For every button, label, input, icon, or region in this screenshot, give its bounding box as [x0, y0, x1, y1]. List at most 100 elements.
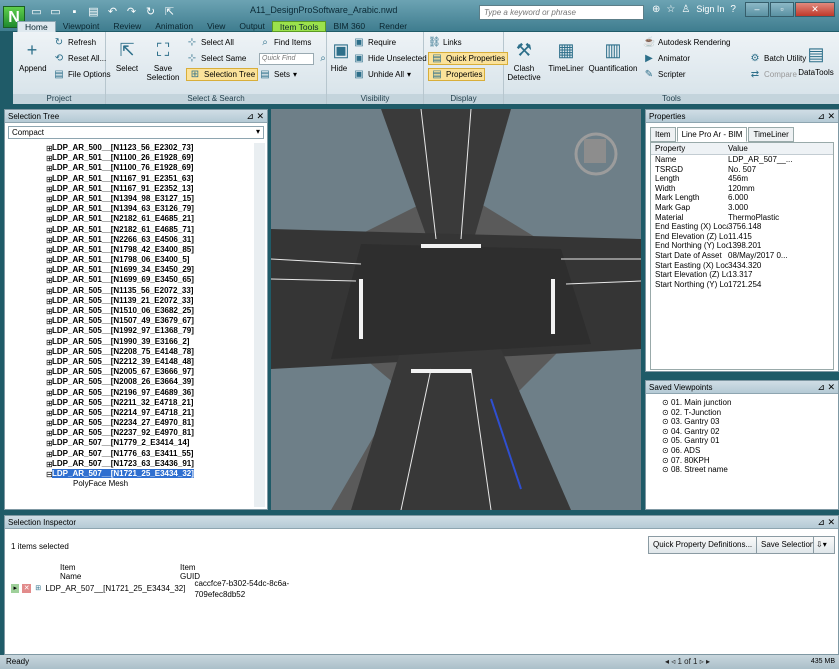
- properties-tab[interactable]: TimeLiner: [748, 127, 794, 142]
- play-icon[interactable]: ▸: [11, 584, 20, 593]
- tree-item[interactable]: ⊞ LDP_AR_501__[N1100_76_E1928_69]: [8, 163, 253, 173]
- selection-tree-button[interactable]: ⊞ Selection Tree: [186, 68, 259, 81]
- viewpoint-item[interactable]: ⊙ 01. Main junction: [646, 398, 838, 408]
- tree-item[interactable]: ⊞ LDP_AR_501__[N1798_06_E3400_5]: [8, 255, 253, 265]
- tab-output[interactable]: Output: [232, 21, 272, 32]
- tree-item[interactable]: ⊞ LDP_AR_501__[N1167_91_E2352_13]: [8, 184, 253, 194]
- tree-item[interactable]: ⊞ LDP_AR_505__[N2212_39_E4148_48]: [8, 357, 253, 367]
- animator-button[interactable]: ▶ Animator: [643, 52, 690, 65]
- project-panel-label[interactable]: Project: [13, 94, 105, 104]
- viewpoint-item[interactable]: ⊙ 04. Gantry 02: [646, 427, 838, 437]
- undo-icon[interactable]: ↶: [106, 6, 119, 19]
- tree-item[interactable]: ⊞ LDP_AR_501__[N1798_42_E3400_85]: [8, 245, 253, 255]
- save-selection-button[interactable]: ⛶ Save Selection: [146, 38, 180, 82]
- tree-item[interactable]: ⊞ LDP_AR_505__[N2211_32_E4718_21]: [8, 398, 253, 408]
- inspector-row[interactable]: ▸ ✕ ⊞ LDP_AR_507__[N1721_25_E3434_32] ca…: [11, 579, 331, 599]
- require-button[interactable]: ▣ Require: [353, 36, 396, 49]
- tab-item-tools[interactable]: Item Tools: [271, 21, 327, 32]
- tab-review[interactable]: Review: [106, 21, 148, 32]
- properties-button[interactable]: ▤ Properties: [428, 68, 486, 81]
- clash-detective-button[interactable]: ⚒ Clash Detective: [507, 38, 541, 82]
- tab-viewpoint[interactable]: Viewpoint: [56, 21, 107, 32]
- property-row[interactable]: Start Date of Asset 08/May/2017 0...: [651, 251, 833, 261]
- property-row[interactable]: Length 456m: [651, 174, 833, 184]
- tree-item[interactable]: ⊞ LDP_AR_505__[N2214_97_E4718_21]: [8, 408, 253, 418]
- tree-mode-select[interactable]: Compact ▾: [8, 126, 264, 139]
- property-row[interactable]: End Easting (X) Local 3756.148: [651, 222, 833, 232]
- tree-item[interactable]: ⊟ LDP_AR_507__[N1721_25_E3434_32]: [8, 469, 253, 479]
- tree-item[interactable]: ⊞ LDP_AR_505__[N1507_49_E3679_67]: [8, 316, 253, 326]
- property-row[interactable]: Material ThermoPlastic: [651, 213, 833, 223]
- open-icon[interactable]: ▭: [49, 6, 62, 19]
- select-button[interactable]: ⇱ Select: [114, 38, 140, 73]
- print-icon[interactable]: ▤: [87, 6, 100, 19]
- viewpoint-item[interactable]: ⊙ 08. Street name: [646, 465, 838, 475]
- help-icon[interactable]: ?: [730, 4, 736, 15]
- user-icon[interactable]: ♙: [681, 4, 690, 15]
- close-button[interactable]: ✕: [795, 2, 835, 17]
- autodesk-rendering-button[interactable]: ☕ Autodesk Rendering: [643, 36, 731, 49]
- tab-render[interactable]: Render: [372, 21, 414, 32]
- quantification-button[interactable]: ▥ Quantification: [588, 38, 638, 73]
- 3d-viewport[interactable]: [271, 109, 641, 510]
- tree-item[interactable]: ⊞ LDP_AR_505__[N2196_97_E4689_36]: [8, 388, 253, 398]
- tree-item[interactable]: ⊞ LDP_AR_505__[N1510_06_E3682_25]: [8, 306, 253, 316]
- property-row[interactable]: End Elevation (Z) Local11.415: [651, 232, 833, 242]
- properties-tab[interactable]: Item: [650, 127, 676, 142]
- compare-button[interactable]: ⇄ Compare: [749, 68, 797, 81]
- binoculars-icon[interactable]: ⊕: [652, 4, 660, 15]
- tree-item[interactable]: ⊞ LDP_AR_501__[N1100_26_E1928_69]: [8, 153, 253, 163]
- tree-item[interactable]: ⊞ LDP_AR_505__[N1139_21_E2072_33]: [8, 296, 253, 306]
- new-icon[interactable]: ▭: [30, 6, 43, 19]
- tree-item[interactable]: ⊞ LDP_AR_501__[N1699_34_E3450_29]: [8, 265, 253, 275]
- scripter-button[interactable]: ✎ Scripter: [643, 68, 686, 81]
- viewpoint-item[interactable]: ⊙ 06. ADS: [646, 446, 838, 456]
- close-icon[interactable]: ⊿ ✕: [817, 381, 835, 394]
- close-icon[interactable]: ⊿ ✕: [817, 110, 835, 123]
- select-icon[interactable]: ⇱: [163, 6, 176, 19]
- tree-item[interactable]: ⊞ LDP_AR_507__[N1723_63_E3436_91]: [8, 459, 253, 469]
- properties-tab[interactable]: Line Pro Ar - BIM: [676, 127, 748, 142]
- viewpoint-item[interactable]: ⊙ 02. T-Junction: [646, 408, 838, 418]
- select-same-button[interactable]: ⊹ Select Same: [186, 52, 247, 65]
- append-button[interactable]: + Append: [19, 38, 47, 73]
- tree-item[interactable]: ⊞ LDP_AR_505__[N2234_27_E4970_81]: [8, 418, 253, 428]
- property-row[interactable]: Start Easting (X) Local 3434.320: [651, 261, 833, 271]
- tree-item[interactable]: ⊞ LDP_AR_500__[N1123_56_E2302_73]: [8, 143, 253, 153]
- select-search-panel-label[interactable]: Select & Search: [106, 94, 326, 104]
- property-row[interactable]: Name LDP_AR_507__...: [651, 155, 833, 165]
- quick-property-definitions-button[interactable]: Quick Property Definitions...: [648, 536, 758, 554]
- hide-unselected-button[interactable]: ▣ Hide Unselected: [353, 52, 426, 65]
- sign-in-link[interactable]: Sign In: [696, 4, 724, 15]
- export-icon[interactable]: ⇩▾: [813, 536, 835, 554]
- tab-bim-360[interactable]: BIM 360: [326, 21, 372, 32]
- datatools-button[interactable]: ▤ DataTools: [796, 42, 836, 77]
- star-icon[interactable]: ☆: [666, 4, 675, 15]
- links-button[interactable]: ⛓ Links: [428, 36, 462, 49]
- property-row[interactable]: Start Elevation (Z) Local13.317: [651, 270, 833, 280]
- viewpoint-item[interactable]: ⊙ 03. Gantry 03: [646, 417, 838, 427]
- refresh-icon[interactable]: ↻: [144, 6, 157, 19]
- minimize-button[interactable]: –: [745, 2, 769, 17]
- viewpoint-item[interactable]: ⊙ 05. Gantry 01: [646, 436, 838, 446]
- tree-item[interactable]: ⊞ LDP_AR_507__[N1779_2_E3414_14]: [8, 438, 253, 448]
- quick-properties-button[interactable]: ▤ Quick Properties: [428, 52, 509, 65]
- tree-item[interactable]: ⊞ LDP_AR_505__[N2237_92_E4970_81]: [8, 428, 253, 438]
- property-row[interactable]: Mark Gap 3.000: [651, 203, 833, 213]
- tree-item[interactable]: ⊞ LDP_AR_505__[N1135_56_E2072_33]: [8, 286, 253, 296]
- save-icon[interactable]: ▪: [68, 6, 81, 19]
- refresh-button[interactable]: ↻ Refresh: [53, 36, 96, 49]
- tree-item[interactable]: ⊞ LDP_AR_505__[N2208_75_E4148_78]: [8, 347, 253, 357]
- reset-all-button[interactable]: ⟲ Reset All...: [53, 52, 106, 65]
- redo-icon[interactable]: ↷: [125, 6, 138, 19]
- hide-button[interactable]: ▣ Hide: [329, 38, 350, 73]
- tree-item[interactable]: ⊞ LDP_AR_501__[N2182_61_E4685_21]: [8, 214, 253, 224]
- file-options-button[interactable]: ▤ File Options: [53, 68, 110, 81]
- tree-item[interactable]: ⊞ LDP_AR_505__[N2005_67_E3666_97]: [8, 367, 253, 377]
- tree-item[interactable]: ⊞ LDP_AR_501__[N1167_91_E2351_63]: [8, 174, 253, 184]
- close-icon[interactable]: ⊿ ✕: [246, 110, 264, 123]
- tree-item[interactable]: ⊞ LDP_AR_505__[N2008_26_E3664_39]: [8, 377, 253, 387]
- property-row[interactable]: TSRGD No. 507: [651, 165, 833, 175]
- tab-home[interactable]: Home: [17, 21, 56, 32]
- tree-scrollbar[interactable]: [254, 143, 265, 507]
